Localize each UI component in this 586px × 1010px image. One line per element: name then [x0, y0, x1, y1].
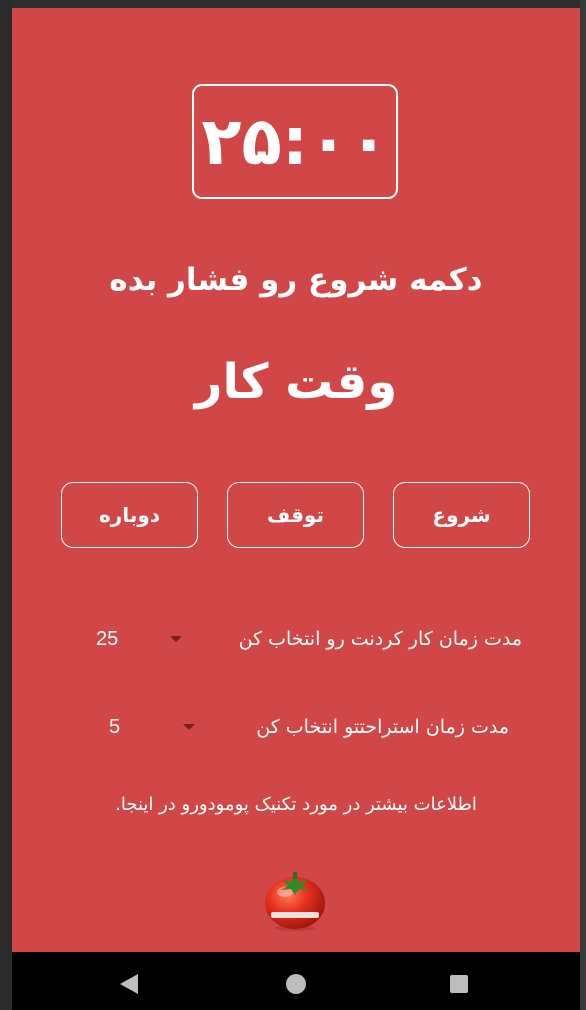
home-icon[interactable]: [286, 974, 306, 994]
rest-duration-row: مدت زمان استراحتتو انتخاب کن 5: [12, 708, 580, 748]
app-screen: ۲۵:۰۰ دکمه شروع رو فشار بده وقت کار شروع…: [12, 8, 580, 952]
rest-duration-select[interactable]: 5: [109, 716, 120, 739]
rest-duration-label: مدت زمان استراحتتو انتخاب کن: [256, 716, 509, 738]
pomodoro-info-link[interactable]: اطلاعات بیشتر در مورد تکنیک پومودورو در …: [12, 794, 580, 815]
system-nav-bar: [12, 952, 580, 1010]
reset-button[interactable]: دوباره: [61, 482, 198, 548]
mode-title: وقت کار: [194, 354, 398, 410]
work-duration-row: مدت زمان کار کردنت رو انتخاب کن 25: [12, 620, 580, 660]
timer-text: ۲۵:۰۰: [201, 102, 389, 180]
instruction-text: دکمه شروع رو فشار بده: [109, 262, 483, 298]
work-duration-label: مدت زمان کار کردنت رو انتخاب کن: [238, 628, 522, 650]
tomato-timer-icon: [265, 872, 325, 931]
start-button[interactable]: شروع: [393, 482, 530, 548]
chevron-down-icon[interactable]: [183, 724, 195, 730]
chevron-down-icon[interactable]: [170, 636, 182, 642]
work-duration-select[interactable]: 25: [96, 628, 118, 651]
frame-right: [580, 0, 586, 1010]
recents-icon[interactable]: [450, 975, 468, 993]
frame-left: [0, 0, 12, 1010]
device-frame: ۲۵:۰۰ دکمه شروع رو فشار بده وقت کار شروع…: [0, 0, 586, 1010]
frame-top: [0, 0, 586, 8]
back-icon[interactable]: [120, 974, 138, 994]
stop-button[interactable]: توقف: [227, 482, 364, 548]
timer-display: ۲۵:۰۰: [192, 84, 398, 199]
